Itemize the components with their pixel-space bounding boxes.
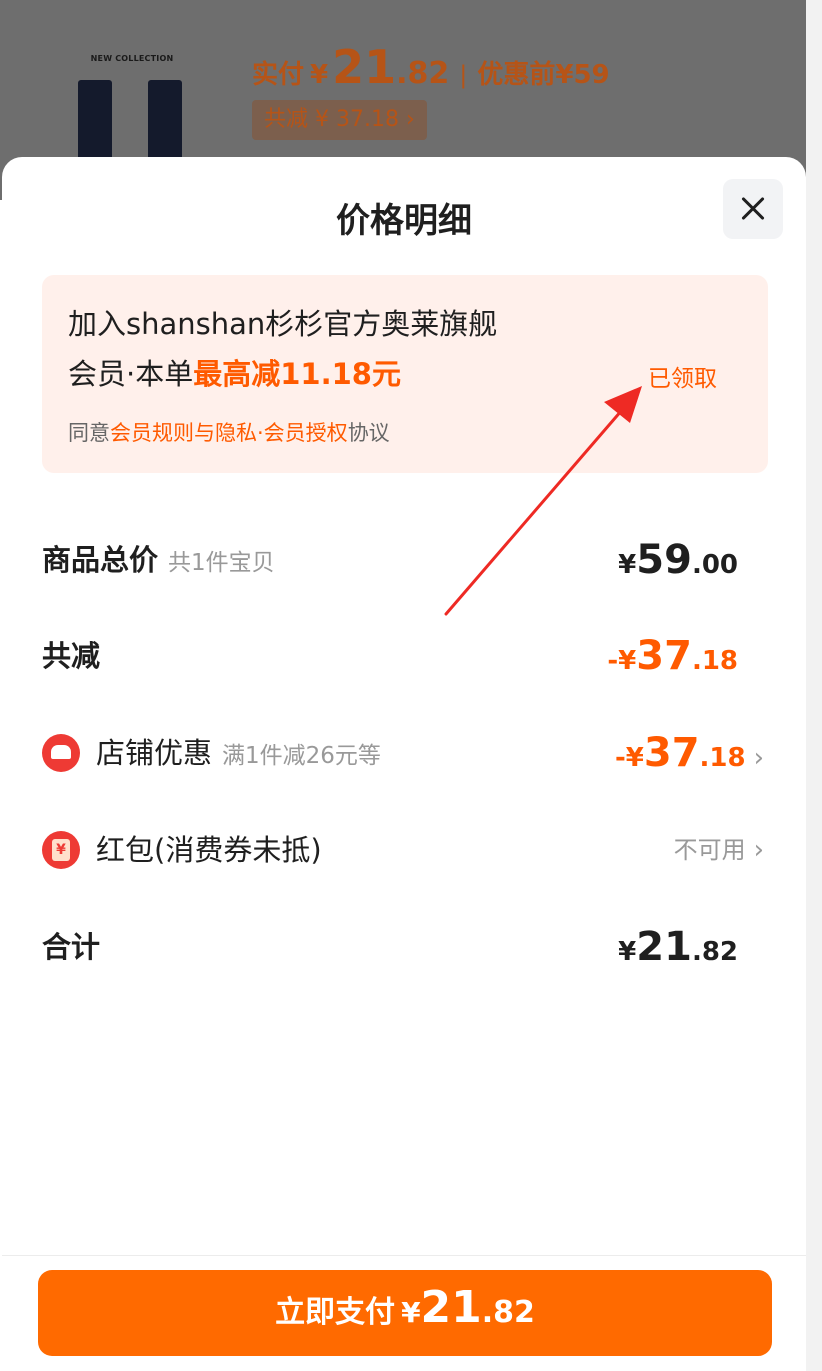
goods-total-label: 商品总价 共1件宝贝 bbox=[42, 530, 275, 593]
shop-dec: .18 bbox=[699, 743, 746, 773]
red-packet-icon: ¥ bbox=[42, 831, 80, 869]
reduction-label: 共减 bbox=[42, 639, 101, 673]
goods-total-row: 商品总价 共1件宝贝 ¥59.00 bbox=[42, 530, 742, 590]
agreement-suffix: 协议 bbox=[347, 421, 390, 445]
paid-label: 实付 bbox=[252, 60, 305, 90]
total-row: 合计 ¥21.82 bbox=[42, 917, 742, 977]
paid-amount-decimal: .82 bbox=[396, 56, 450, 91]
reduction-value: -¥ 37.18 bbox=[607, 626, 738, 686]
chevron-right-icon: › bbox=[753, 743, 764, 773]
close-button[interactable] bbox=[723, 179, 783, 239]
red-packet-value: 不可用 › bbox=[674, 820, 764, 880]
goods-dec: .00 bbox=[691, 550, 738, 580]
goods-total-text: 商品总价 bbox=[42, 543, 159, 577]
reduction-int: 37 bbox=[636, 633, 692, 679]
paid-amount-integer: 21 bbox=[332, 40, 397, 94]
member-rules-link[interactable]: 会员规则与隐私·会员授权 bbox=[110, 421, 348, 445]
paid-price-line: 实付 ¥ 21 .82 | 优惠前¥59 bbox=[252, 40, 610, 94]
shop-yen: -¥ bbox=[614, 743, 644, 773]
total-label: 合计 bbox=[42, 930, 101, 964]
shop-glyph bbox=[51, 745, 71, 759]
total-value: ¥21.82 bbox=[618, 917, 738, 977]
bottom-divider bbox=[2, 1255, 806, 1256]
pay-yen: ¥ bbox=[401, 1296, 421, 1329]
member-benefit-prefix: 会员·本单 bbox=[68, 357, 194, 391]
total-discount-chip: 共减 ¥ 37.18 › bbox=[252, 100, 427, 140]
reduction-yen: -¥ bbox=[607, 646, 637, 676]
shop-discount-rule: 满1件减26元等 bbox=[222, 743, 381, 769]
pay-dec: .82 bbox=[481, 1295, 535, 1330]
right-edge-strip bbox=[806, 0, 822, 1371]
chevron-right-icon: › bbox=[753, 835, 764, 865]
agreement-prefix: 同意 bbox=[68, 421, 110, 445]
shop-discount-label: 店铺优惠 满1件减26元等 bbox=[96, 723, 381, 786]
total-int: 21 bbox=[636, 924, 692, 970]
pay-label: 立即支付 bbox=[275, 1295, 396, 1330]
member-benefit-highlight: 最高减11.18元 bbox=[193, 357, 401, 391]
claimed-status[interactable]: 已领取 bbox=[648, 359, 717, 393]
red-packet-row[interactable]: ¥ 红包(消费券未抵) 不可用 › bbox=[42, 820, 764, 880]
shop-int: 37 bbox=[643, 730, 700, 776]
red-packet-status: 不可用 bbox=[673, 836, 746, 864]
member-agreement: 同意会员规则与隐私·会员授权协议 bbox=[68, 417, 390, 447]
product-image: NEW COLLECTION bbox=[62, 40, 202, 170]
member-join-card: 加入shanshan杉杉官方奥莱旗舰 会员·本单最高减11.18元 同意会员规则… bbox=[42, 275, 768, 473]
shop-discount-row[interactable]: 店铺优惠 满1件减26元等 -¥ 37.18 › bbox=[42, 723, 764, 786]
red-packet-label: 红包(消费券未抵) bbox=[96, 833, 322, 867]
shop-discount-value: -¥ 37.18 › bbox=[615, 723, 764, 783]
page: NEW COLLECTION 实付 ¥ 21 .82 | 优惠前¥59 共减 ¥… bbox=[0, 0, 806, 1371]
pay-int: 21 bbox=[420, 1282, 482, 1333]
total-dec: .82 bbox=[691, 937, 738, 967]
before-discount-price: 优惠前¥59 bbox=[477, 60, 610, 90]
sheet-title: 价格明细 bbox=[336, 201, 472, 241]
goods-yen: ¥ bbox=[618, 550, 637, 580]
price-detail-sheet: 价格明细 加入shanshan杉杉官方奥莱旗舰 会员·本单最高减11.18元 同… bbox=[2, 157, 806, 1371]
shop-discount-icon bbox=[42, 734, 80, 772]
collection-label: NEW COLLECTION bbox=[90, 54, 174, 63]
price-separator: | bbox=[459, 61, 468, 89]
goods-int: 59 bbox=[636, 537, 692, 583]
goods-count: 共1件宝贝 bbox=[168, 550, 275, 576]
goods-total-value: ¥59.00 bbox=[618, 530, 738, 590]
reduction-row: 共减 -¥ 37.18 bbox=[42, 626, 742, 686]
pay-now-button[interactable]: 立即支付 ¥ 21 .82 bbox=[38, 1270, 772, 1356]
total-yen: ¥ bbox=[618, 937, 637, 967]
member-card-title: 加入shanshan杉杉官方奥莱旗舰 bbox=[68, 307, 498, 341]
red-packet-glyph: ¥ bbox=[52, 839, 70, 861]
member-card-benefit: 会员·本单最高减11.18元 bbox=[68, 351, 401, 393]
paid-yen: ¥ bbox=[310, 60, 329, 90]
shop-discount-text: 店铺优惠 bbox=[96, 736, 213, 770]
reduction-dec: .18 bbox=[691, 646, 738, 676]
